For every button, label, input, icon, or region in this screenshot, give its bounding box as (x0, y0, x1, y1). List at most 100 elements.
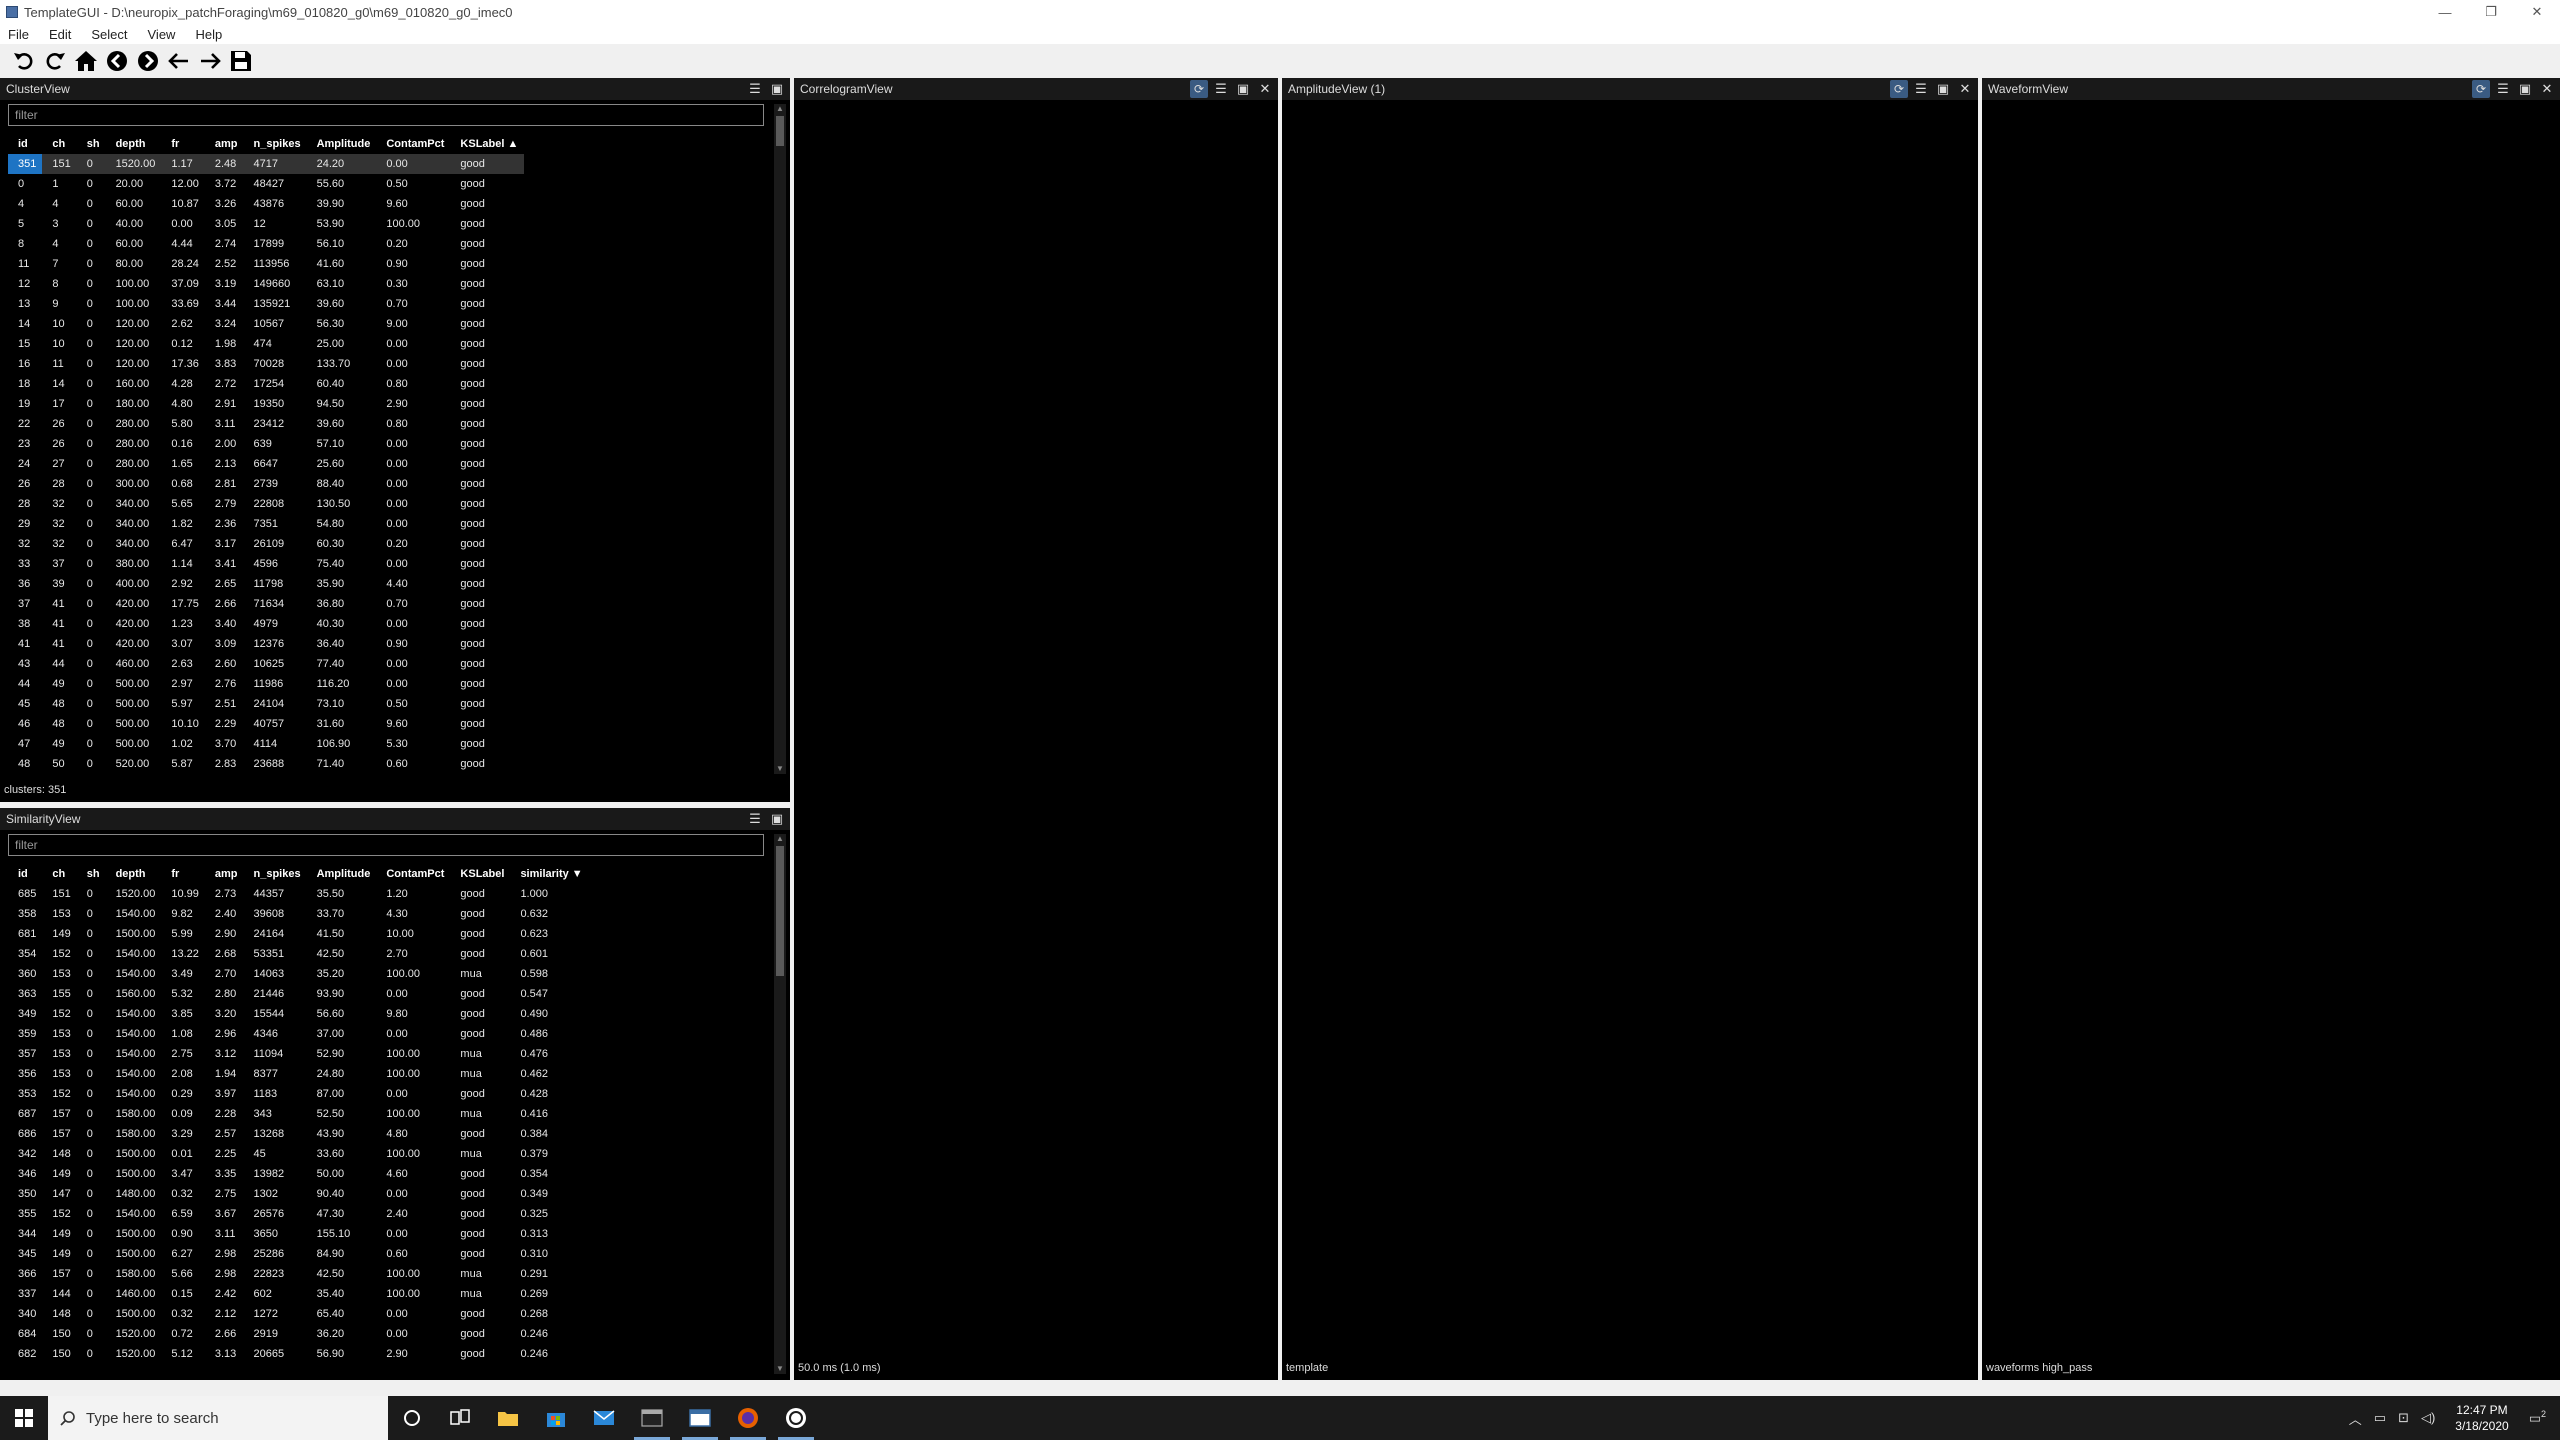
camera-icon[interactable]: ▣ (2516, 80, 2534, 98)
similarity-table-row[interactable]: 682 150 0 1520.00 5.12 3.13 20665 56.90 2.90 good… (8, 1344, 589, 1364)
cluster-column-header[interactable]: id (8, 134, 42, 154)
similarity-column-header[interactable]: ch (42, 864, 76, 884)
cluster-column-header[interactable]: depth (106, 134, 162, 154)
cluster-column-header[interactable]: fr (161, 134, 205, 154)
similarity-table-row[interactable]: 366 157 0 1580.00 5.66 2.98 22823 42.50 100.00 mu… (8, 1264, 589, 1284)
similarity-table-row[interactable]: 353 152 0 1540.00 0.29 3.97 1183 87.00 0.00 good 0… (8, 1084, 589, 1104)
camera-icon[interactable]: ▣ (768, 810, 786, 828)
waveform-view[interactable]: WaveformView ⟳ ☰ ▣ ✕ waveforms high_pass (1982, 78, 2560, 1380)
cluster-table-row[interactable]: 24 27 0 280.00 1.65 2.13 6647 25.60 0.00 good (8, 454, 524, 474)
similarity-table-row[interactable]: 358 153 0 1540.00 9.82 2.40 39608 33.70 4.30 good… (8, 904, 589, 924)
cluster-table-row[interactable]: 351 151 0 1520.00 1.17 2.48 4717 24.20 0.00 good (8, 154, 525, 174)
refresh-icon[interactable]: ⟳ (2472, 80, 2490, 98)
menu-icon[interactable]: ☰ (1912, 80, 1930, 98)
task-view-button[interactable] (436, 1396, 484, 1440)
similarity-table-row[interactable]: 340 148 0 1500.00 0.32 2.12 1272 65.40 0.00 good 0… (8, 1304, 589, 1324)
menu-select[interactable]: Select (91, 27, 127, 42)
camera-icon[interactable]: ▣ (1234, 80, 1252, 98)
scroll-down-icon[interactable]: ▼ (774, 764, 786, 774)
cluster-scrollbar[interactable]: ▲ ▼ (774, 104, 786, 774)
cluster-table-row[interactable]: 43 44 0 460.00 2.63 2.60 10625 77.40 0.00 good (8, 654, 524, 674)
arrow-left-button[interactable] (165, 47, 193, 75)
cluster-table[interactable]: id ch sh depth fr amp n_spikes Amplitude ContamP… (8, 134, 525, 774)
menu-edit[interactable]: Edit (49, 27, 71, 42)
similarity-table-row[interactable]: 684 150 0 1520.00 0.72 2.66 2919 36.20 0.00 good 0… (8, 1324, 589, 1344)
taskbar-anaconda[interactable] (772, 1396, 820, 1440)
similarity-column-header[interactable]: id (8, 864, 42, 884)
cluster-table-row[interactable]: 38 41 0 420.00 1.23 3.40 4979 40.30 0.00 good (8, 614, 524, 634)
cluster-table-row[interactable]: 19 17 0 180.00 4.80 2.91 19350 94.50 2.90 good (8, 394, 524, 414)
cluster-table-row[interactable]: 4 4 0 60.00 10.87 3.26 43876 39.90 9.60 good (8, 194, 524, 214)
menu-view[interactable]: View (148, 27, 176, 42)
cluster-column-header[interactable]: sh (77, 134, 106, 154)
cluster-table-row[interactable]: 8 4 0 60.00 4.44 2.74 17899 56.10 0.20 good (8, 234, 524, 254)
menu-icon[interactable]: ☰ (2494, 80, 2512, 98)
close-button[interactable]: ✕ (2514, 0, 2560, 24)
similarity-column-header[interactable]: KSLabel (450, 864, 510, 884)
similarity-table-row[interactable]: 359 153 0 1540.00 1.08 2.96 4346 37.00 0.00 good 0… (8, 1024, 589, 1044)
similarity-table-row[interactable]: 342 148 0 1500.00 0.01 2.25 45 33.60 100.00 mua 0.… (8, 1144, 589, 1164)
cluster-table-row[interactable]: 14 10 0 120.00 2.62 3.24 10567 56.30 9.00 good (8, 314, 524, 334)
similarity-table-row[interactable]: 345 149 0 1500.00 6.27 2.98 25286 84.90 0.60 good… (8, 1244, 589, 1264)
cluster-table-row[interactable]: 11 7 0 80.00 28.24 2.52 113956 41.60 0.90 good (8, 254, 524, 274)
cluster-column-header[interactable]: ContamPct (376, 134, 450, 154)
cluster-filter-input[interactable]: filter (8, 104, 764, 126)
cluster-table-row[interactable]: 33 37 0 380.00 1.14 3.41 4596 75.40 0.00 good (8, 554, 524, 574)
scroll-down-icon[interactable]: ▼ (774, 1364, 786, 1374)
refresh-icon[interactable]: ⟳ (1890, 80, 1908, 98)
cluster-table-row[interactable]: 22 26 0 280.00 5.80 3.11 23412 39.60 0.80 good (8, 414, 524, 434)
cluster-column-header[interactable]: ch (42, 134, 76, 154)
similarity-table-row[interactable]: 337 144 0 1460.00 0.15 2.42 602 35.40 100.00 mua 0… (8, 1284, 589, 1304)
correlogram-view[interactable]: CorrelogramView ⟳ ☰ ▣ ✕ 50.0 ms (1.0 ms) (794, 78, 1278, 1380)
similarity-column-header[interactable]: ContamPct (376, 864, 450, 884)
cluster-table-row[interactable]: 29 32 0 340.00 1.82 2.36 7351 54.80 0.00 good (8, 514, 524, 534)
chevron-up-icon[interactable]: ︿ (2349, 1409, 2362, 1428)
camera-icon[interactable]: ▣ (768, 80, 786, 98)
cluster-column-header[interactable]: Amplitude (307, 134, 377, 154)
network-icon[interactable]: ⊡ (2398, 1410, 2409, 1426)
cluster-table-row[interactable]: 32 32 0 340.00 6.47 3.17 26109 60.30 0.20 good (8, 534, 524, 554)
redo-button[interactable] (41, 47, 69, 75)
maximize-button[interactable]: ❐ (2468, 0, 2514, 24)
volume-icon[interactable]: ◁) (2421, 1410, 2435, 1426)
back-circle-button[interactable] (103, 47, 131, 75)
cluster-table-row[interactable]: 5 3 0 40.00 0.00 3.05 12 53.90 100.00 good (8, 214, 524, 234)
minimize-button[interactable]: — (2422, 0, 2468, 24)
taskbar-store[interactable] (532, 1396, 580, 1440)
forward-circle-button[interactable] (134, 47, 162, 75)
similarity-table-row[interactable]: 356 153 0 1540.00 2.08 1.94 8377 24.80 100.00 mua… (8, 1064, 589, 1084)
cluster-table-row[interactable]: 12 8 0 100.00 37.09 3.19 149660 63.10 0.30 good (8, 274, 524, 294)
arrow-right-button[interactable] (196, 47, 224, 75)
similarity-table-row[interactable]: 344 149 0 1500.00 0.90 3.11 3650 155.10 0.00 good… (8, 1224, 589, 1244)
cluster-table-row[interactable]: 45 48 0 500.00 5.97 2.51 24104 73.10 0.50 good (8, 694, 524, 714)
scroll-up-icon[interactable]: ▲ (774, 104, 786, 114)
similarity-filter-input[interactable]: filter (8, 834, 764, 856)
similarity-table-row[interactable]: 363 155 0 1560.00 5.32 2.80 21446 93.90 0.00 good… (8, 984, 589, 1004)
close-icon[interactable]: ✕ (1956, 80, 1974, 98)
cluster-table-row[interactable]: 47 49 0 500.00 1.02 3.70 4114 106.90 5.30 good (8, 734, 524, 754)
cluster-table-row[interactable]: 18 14 0 160.00 4.28 2.72 17254 60.40 0.80 good (8, 374, 524, 394)
similarity-table-row[interactable]: 350 147 0 1480.00 0.32 2.75 1302 90.40 0.00 good 0… (8, 1184, 589, 1204)
menu-icon[interactable]: ☰ (746, 80, 764, 98)
notification-icon[interactable]: ▭2 (2529, 1409, 2546, 1426)
similarity-scrollbar[interactable]: ▲ ▼ (774, 834, 786, 1374)
similarity-table-row[interactable]: 687 157 0 1580.00 0.09 2.28 343 52.50 100.00 mua 0… (8, 1104, 589, 1124)
cluster-column-header[interactable]: amp (205, 134, 244, 154)
cluster-table-row[interactable]: 15 10 0 120.00 0.12 1.98 474 25.00 0.00 good (8, 334, 524, 354)
taskbar-firefox[interactable] (724, 1396, 772, 1440)
menu-help[interactable]: Help (195, 27, 222, 42)
similarity-table-row[interactable]: 355 152 0 1540.00 6.59 3.67 26576 47.30 2.40 good… (8, 1204, 589, 1224)
similarity-table-row[interactable]: 685 151 0 1520.00 10.99 2.73 44357 35.50 1.20 goo… (8, 884, 589, 904)
similarity-column-header[interactable]: sh (77, 864, 106, 884)
cluster-table-row[interactable]: 48 50 0 520.00 5.87 2.83 23688 71.40 0.60 good (8, 754, 524, 774)
cluster-table-row[interactable]: 23 26 0 280.00 0.16 2.00 639 57.10 0.00 good (8, 434, 524, 454)
cluster-column-header[interactable]: KSLabel ▲ (450, 134, 524, 154)
cluster-table-row[interactable]: 37 41 0 420.00 17.75 2.66 71634 36.80 0.70 good (8, 594, 524, 614)
menu-icon[interactable]: ☰ (746, 810, 764, 828)
cortana-button[interactable] (388, 1396, 436, 1440)
cluster-table-row[interactable]: 0 1 0 20.00 12.00 3.72 48427 55.60 0.50 good (8, 174, 524, 194)
save-button[interactable] (227, 47, 255, 75)
cluster-table-row[interactable]: 36 39 0 400.00 2.92 2.65 11798 35.90 4.40 good (8, 574, 524, 594)
taskbar-clock[interactable]: 12:47 PM 3/18/2020 (2455, 1402, 2508, 1434)
similarity-table-row[interactable]: 354 152 0 1540.00 13.22 2.68 53351 42.50 2.70 goo… (8, 944, 589, 964)
